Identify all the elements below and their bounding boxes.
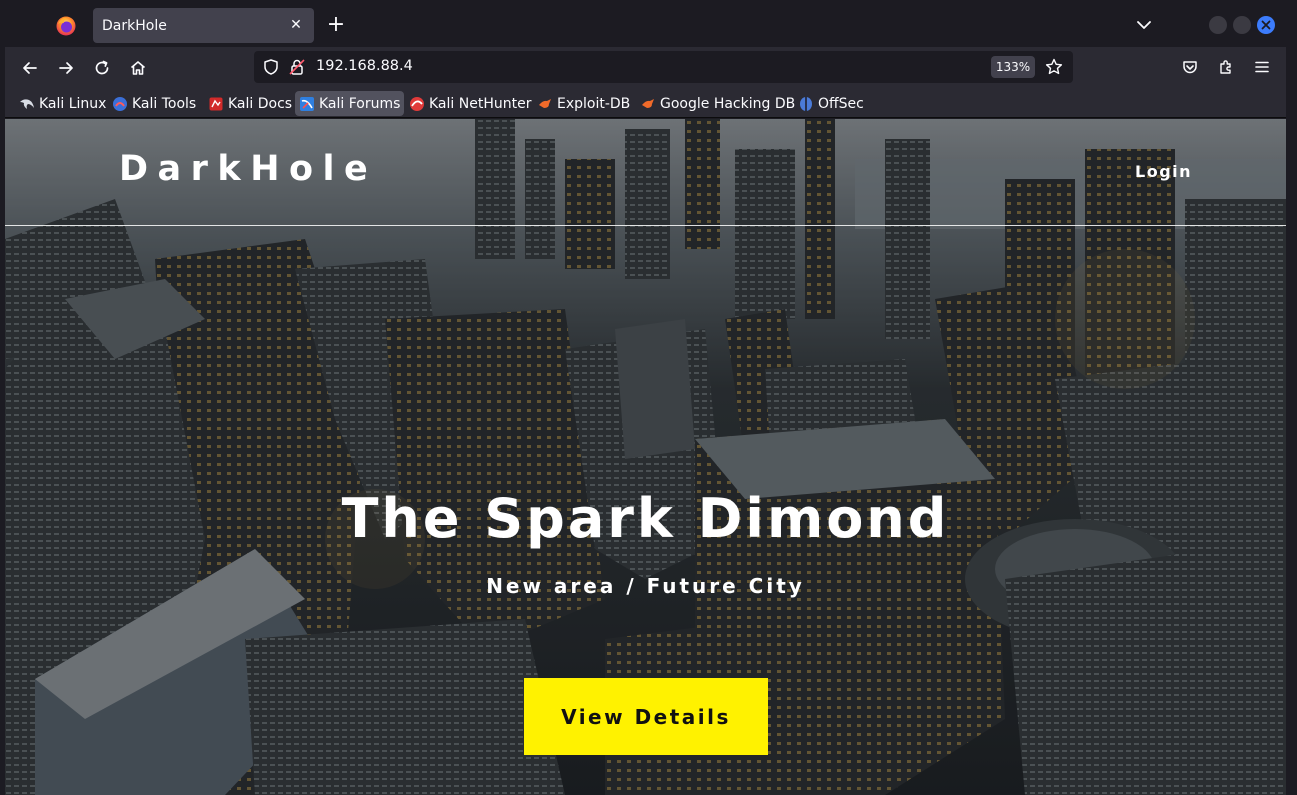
chevron-down-icon[interactable] bbox=[1133, 14, 1155, 36]
hero-title: The Spark Dimond bbox=[341, 487, 950, 550]
bookmark-kali-tools[interactable]: Kali Tools bbox=[108, 91, 200, 116]
arrow-left-icon bbox=[23, 62, 37, 74]
pocket-icon[interactable] bbox=[1179, 56, 1201, 78]
close-icon[interactable]: ✕ bbox=[288, 17, 304, 33]
reload-button[interactable] bbox=[88, 55, 116, 81]
bookmark-label: Kali Linux bbox=[39, 95, 107, 112]
kali-forums-icon bbox=[299, 96, 315, 112]
page-viewport: DarkHole Login The Spark Dimond New area… bbox=[5, 119, 1286, 795]
bookmark-label: Exploit-DB bbox=[557, 95, 631, 112]
bookmark-offsec[interactable]: OffSec bbox=[794, 91, 868, 116]
url-bar[interactable]: 192.168.88.4 133% bbox=[254, 51, 1073, 83]
kali-docs-icon bbox=[208, 96, 224, 112]
close-icon bbox=[1261, 20, 1271, 30]
bookmark-label: OffSec bbox=[818, 95, 864, 112]
view-details-button[interactable]: View Details bbox=[524, 678, 768, 755]
ghdb-icon bbox=[640, 96, 656, 112]
bookmark-label: Google Hacking DB bbox=[660, 95, 796, 112]
kali-nethunter-icon bbox=[409, 96, 425, 112]
minimize-button[interactable] bbox=[1209, 16, 1227, 34]
url-text[interactable]: 192.168.88.4 bbox=[316, 58, 413, 74]
bookmark-label: Kali Tools bbox=[132, 95, 197, 112]
kali-dragon-icon bbox=[19, 96, 35, 112]
bookmark-label: Kali Docs bbox=[228, 95, 293, 112]
bookmark-kali-linux[interactable]: Kali Linux bbox=[15, 91, 110, 116]
home-icon bbox=[130, 61, 146, 75]
window-border-right bbox=[1286, 47, 1297, 795]
bookmark-label: Kali Forums bbox=[319, 95, 401, 112]
maximize-button[interactable] bbox=[1233, 16, 1251, 34]
plus-icon[interactable]: + bbox=[324, 12, 348, 38]
arrow-right-icon bbox=[59, 62, 73, 74]
firefox-view-icon[interactable] bbox=[54, 14, 78, 38]
back-button[interactable] bbox=[16, 55, 44, 81]
bookmarks-toolbar: Kali Linux Kali Tools Kali Docs Kali For… bbox=[5, 88, 1286, 118]
tab-strip: DarkHole ✕ + bbox=[0, 0, 1297, 47]
bookmark-kali-docs[interactable]: Kali Docs bbox=[204, 91, 296, 116]
bookmark-google-hacking-db[interactable]: Google Hacking DB bbox=[636, 91, 799, 116]
bookmark-kali-nethunter[interactable]: Kali NetHunter bbox=[405, 91, 535, 116]
navigation-toolbar: 192.168.88.4 133% bbox=[5, 47, 1286, 88]
zoom-level-button[interactable]: 133% bbox=[991, 56, 1035, 78]
login-link[interactable]: Login bbox=[1135, 162, 1192, 181]
bookmark-label: Kali NetHunter bbox=[429, 95, 532, 112]
shield-icon[interactable] bbox=[262, 58, 280, 76]
header-divider bbox=[5, 225, 1286, 226]
hamburger-menu-icon[interactable] bbox=[1251, 56, 1273, 78]
forward-button[interactable] bbox=[52, 55, 80, 81]
tab-title: DarkHole bbox=[102, 17, 167, 34]
site-logo[interactable]: DarkHole bbox=[119, 149, 377, 189]
star-icon[interactable] bbox=[1044, 57, 1064, 77]
reload-icon bbox=[95, 60, 109, 75]
bookmark-kali-forums[interactable]: Kali Forums bbox=[295, 91, 405, 116]
window-close-button[interactable] bbox=[1257, 16, 1275, 34]
insecure-lock-icon[interactable] bbox=[288, 58, 306, 76]
offsec-icon bbox=[798, 96, 814, 112]
kali-tools-icon bbox=[112, 96, 128, 112]
extensions-icon[interactable] bbox=[1215, 56, 1237, 78]
home-button[interactable] bbox=[124, 55, 152, 81]
bookmark-exploit-db[interactable]: Exploit-DB bbox=[533, 91, 634, 116]
exploit-db-icon bbox=[537, 96, 553, 112]
hero-subtitle: New area / Future City bbox=[486, 574, 805, 598]
tab-darkhole[interactable]: DarkHole ✕ bbox=[93, 8, 314, 43]
